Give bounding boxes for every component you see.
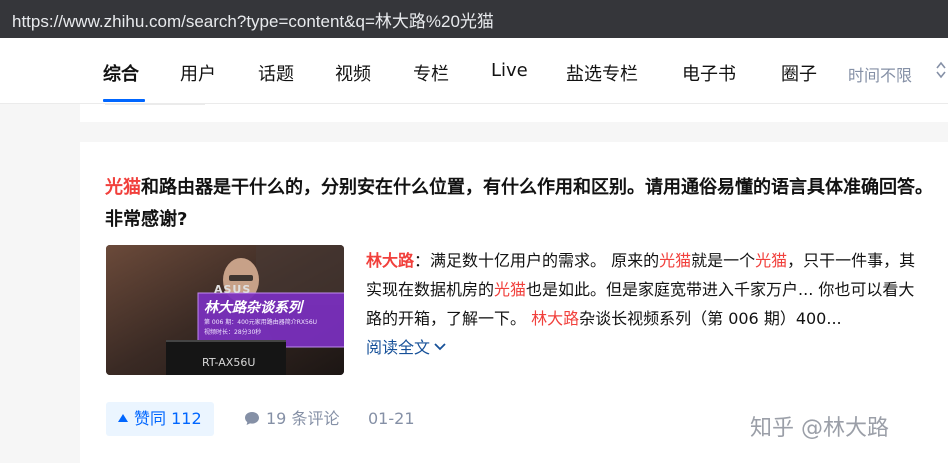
active-tab-indicator — [103, 99, 145, 102]
thumbnail-box-text: RT-AX56U — [202, 356, 256, 369]
thumbnail-episode: 第 006 期：400元家用路由器简介RX56U — [204, 319, 318, 326]
read-more-label: 阅读全文 — [366, 338, 431, 357]
title-highlight: 光猫 — [105, 177, 141, 198]
excerpt-text: 就是一个 — [691, 251, 756, 270]
comment-bubble-icon — [245, 412, 259, 425]
excerpt-highlight: 林大路 — [531, 309, 580, 328]
tab-circles[interactable]: 圈子 — [781, 60, 817, 86]
zhihu-watermark: 知乎 @林大路 — [750, 416, 889, 441]
video-thumbnail[interactable]: ASUS 林大路杂谈系列 第 006 期：400元家用路由器简介RX56U 视频… — [106, 245, 344, 375]
upvote-button[interactable]: 赞同 112 — [106, 402, 214, 436]
comments-label: 19 条评论 — [266, 409, 340, 428]
result-actions: 赞同 112 19 条评论 01-21 — [106, 402, 806, 436]
excerpt-highlight: 光猫 — [659, 251, 692, 270]
tab-topics[interactable]: 话题 — [258, 60, 294, 86]
read-more-link[interactable]: 阅读全文 — [366, 338, 446, 357]
tab-users[interactable]: 用户 — [180, 60, 216, 86]
thumbnail-series-title: 林大路杂谈系列 — [204, 300, 302, 316]
comments-button[interactable]: 19 条评论 — [244, 402, 339, 436]
tab-live[interactable]: Live — [491, 60, 528, 81]
tab-ebooks[interactable]: 电子书 — [682, 60, 736, 86]
divider — [105, 104, 205, 105]
previous-result-card — [80, 104, 948, 122]
tab-videos[interactable]: 视频 — [335, 60, 371, 86]
excerpt-highlight: 光猫 — [494, 280, 527, 299]
upvote-arrow-icon — [118, 414, 128, 422]
thumbnail-duration: 视频时长：28分30秒 — [204, 329, 262, 336]
post-date: 01-21 — [368, 409, 415, 428]
title-text: 和路由器是干什么的，分别安在什么位置，有什么作用和区别。请用通俗易懂的语言具体准… — [105, 177, 933, 230]
sort-updown-icon[interactable] — [934, 58, 948, 82]
tab-comprehensive[interactable]: 综合 — [103, 60, 139, 86]
result-excerpt[interactable]: 林大路：满足数十亿用户的需求。 原来的光猫就是一个光猫，只干一件事，其实现在数据… — [366, 246, 926, 362]
author-name[interactable]: 林大路 — [366, 251, 414, 270]
excerpt-highlight: 光猫 — [755, 251, 788, 270]
upvote-label: 赞同 112 — [134, 409, 202, 428]
excerpt-text: 杂谈长视频系列（第 006 期）400... — [579, 309, 842, 328]
chevron-down-icon — [434, 343, 446, 351]
tab-columns[interactable]: 专栏 — [413, 60, 449, 86]
excerpt-text: ：满足数十亿用户的需求。 原来的 — [414, 251, 660, 270]
time-filter[interactable]: 时间不限 — [848, 62, 912, 86]
browser-address-bar[interactable]: https://www.zhihu.com/search?type=conten… — [0, 0, 948, 38]
tab-salt-columns[interactable]: 盐选专栏 — [566, 60, 638, 86]
search-type-tabs: 综合 用户 话题 视频 专栏 Live 盐选专栏 电子书 圈子 时间不限 — [0, 38, 948, 104]
result-title[interactable]: 光猫和路由器是干什么的，分别安在什么位置，有什么作用和区别。请用通俗易懂的语言具… — [105, 172, 940, 236]
thumbnail-brand: ASUS — [214, 283, 252, 296]
url-text[interactable]: https://www.zhihu.com/search?type=conten… — [12, 7, 494, 32]
